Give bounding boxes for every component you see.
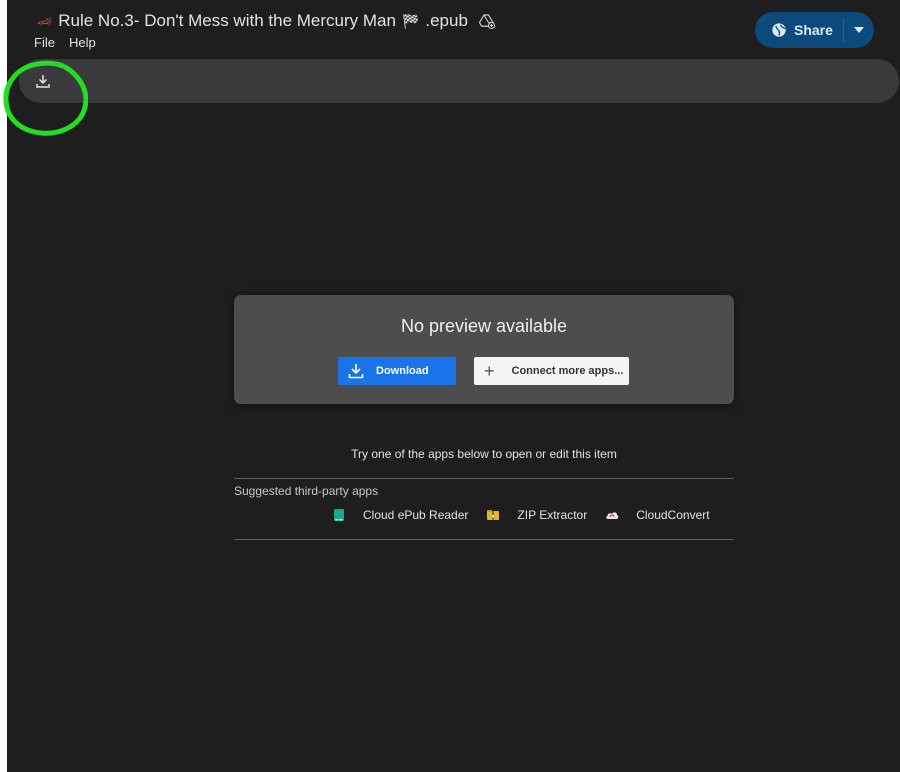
checkered-flag-icon: 🏁 — [401, 12, 420, 29]
no-preview-title: No preview available — [400, 316, 568, 336]
plus-icon: + — [484, 361, 495, 381]
suggested-apps-label: Suggested third-party apps — [234, 484, 379, 498]
suggested-apps-list: Cloud ePub Reader ZIP Extractor CloudCon… — [332, 508, 728, 522]
menu-file[interactable]: File — [34, 35, 62, 50]
share-label: Share — [794, 22, 833, 38]
download-icon — [36, 75, 50, 88]
download-icon — [348, 364, 364, 379]
apps-divider-bottom — [234, 539, 734, 540]
menu-bar: File Help — [34, 35, 110, 50]
apps-divider-top — [234, 478, 734, 479]
file-viewer: 🏎 Rule No.3- Don't Mess with the Mercury… — [7, 0, 900, 772]
download-label: Download — [376, 365, 429, 377]
zip-folder-icon — [487, 510, 500, 520]
globe-icon — [772, 23, 786, 37]
cloud-convert-icon — [606, 512, 619, 519]
toolbar-download-button[interactable] — [33, 71, 53, 91]
connect-more-apps-button[interactable]: + Connect more apps... — [474, 357, 629, 385]
app-zip-extractor[interactable]: ZIP Extractor — [486, 508, 587, 522]
share-dropdown-button[interactable] — [844, 12, 874, 48]
epub-book-icon — [334, 509, 344, 521]
file-title-row: 🏎 Rule No.3- Don't Mess with the Mercury… — [37, 10, 496, 32]
apps-prompt: Try one of the apps below to open or edi… — [351, 447, 617, 461]
app-cloud-epub-reader[interactable]: Cloud ePub Reader — [332, 508, 468, 522]
menu-help[interactable]: Help — [69, 35, 103, 50]
file-title: Rule No.3- Don't Mess with the Mercury M… — [58, 11, 396, 30]
file-extension: .epub — [425, 11, 468, 30]
add-to-drive-icon[interactable] — [478, 12, 496, 30]
connect-label: Connect more apps... — [511, 365, 624, 377]
download-button[interactable]: Download — [338, 357, 456, 385]
race-car-icon: 🏎 — [37, 14, 53, 28]
app-name: CloudConvert — [636, 508, 710, 522]
share-button[interactable]: Share — [755, 12, 843, 48]
app-name: ZIP Extractor — [517, 508, 588, 522]
viewer-toolbar — [19, 59, 899, 103]
share-button-group: Share — [755, 12, 874, 48]
no-preview-card: No preview available Download + Connect … — [234, 295, 734, 404]
app-name: Cloud ePub Reader — [363, 508, 469, 522]
app-cloudconvert[interactable]: CloudConvert — [605, 508, 710, 522]
caret-down-icon — [853, 27, 864, 33]
